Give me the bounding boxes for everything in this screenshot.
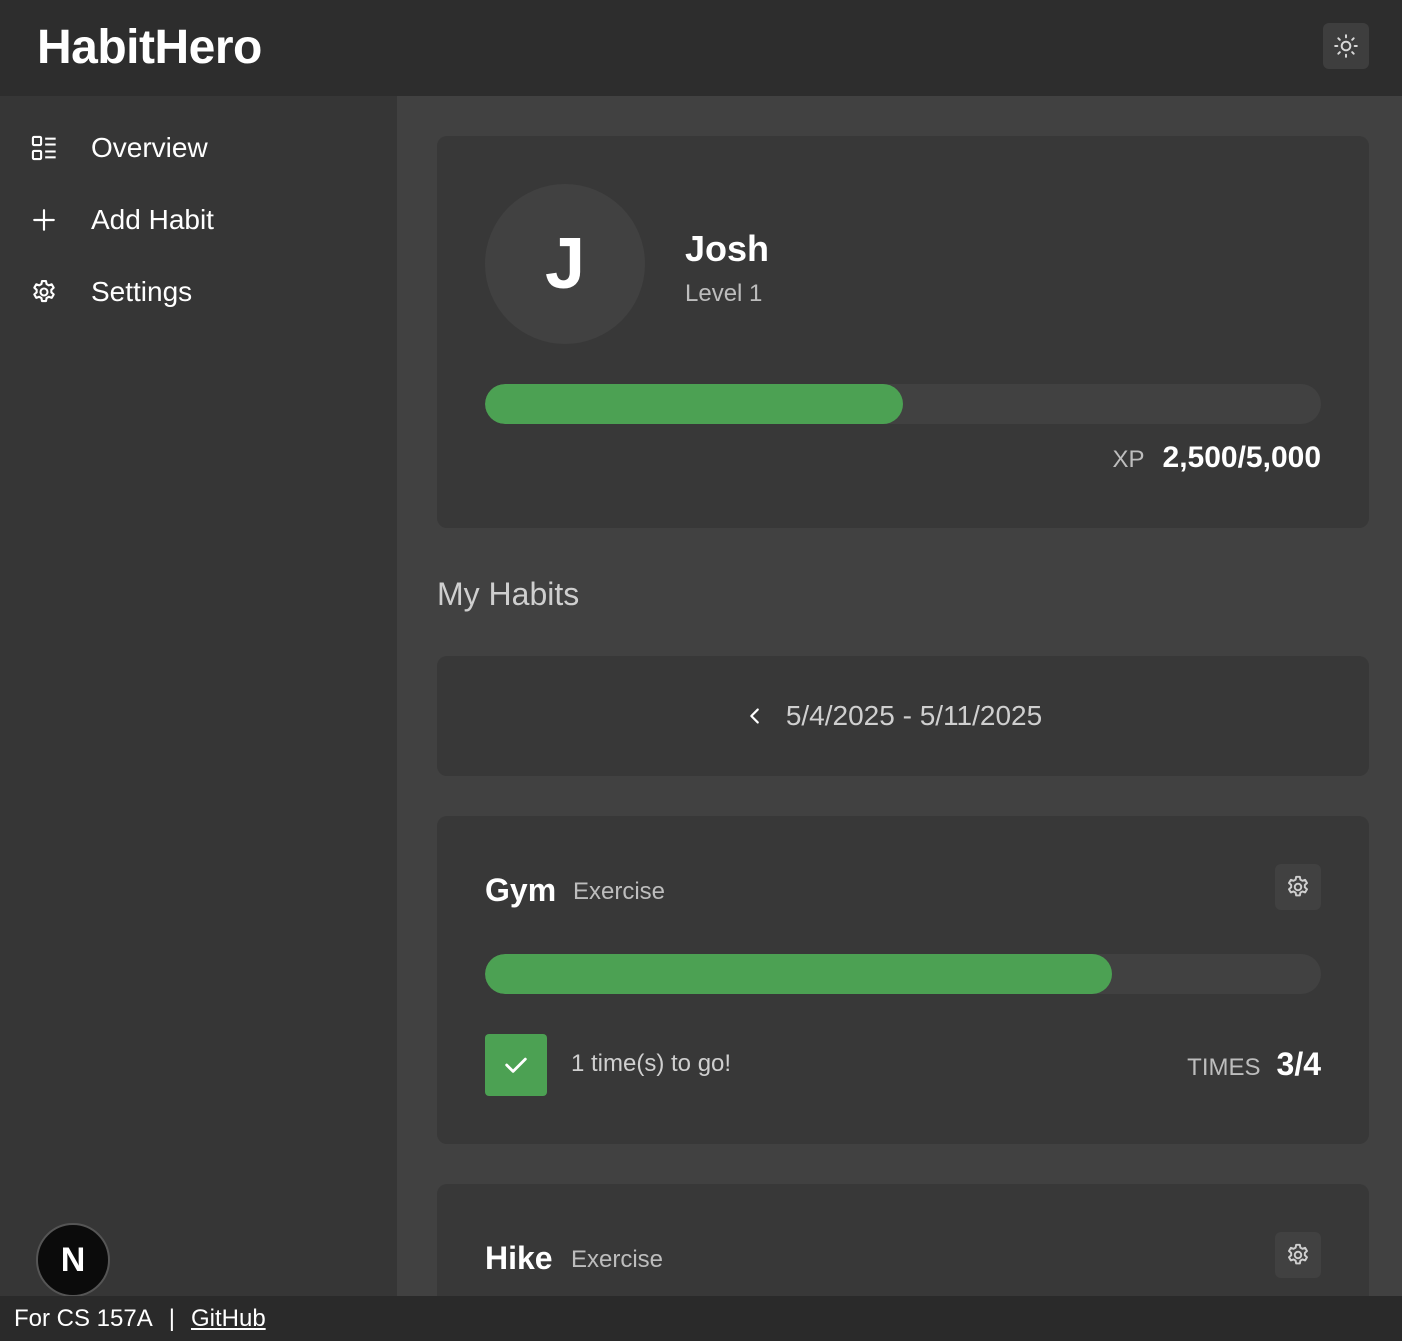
main-content: J Josh Level 1 XP 2,500/5,000 My Habits … <box>397 96 1402 1296</box>
times-label: TIMES <box>1187 1054 1261 1081</box>
footer: For CS 157A | GitHub <box>0 1296 1402 1341</box>
xp-progress-fill <box>485 384 903 424</box>
habit-progress-fill <box>485 954 1112 994</box>
habit-name: Hike <box>485 1240 553 1276</box>
app-header: HabitHero <box>0 0 1402 96</box>
sidebar: Overview Add Habit Settings <box>0 96 397 1296</box>
sidebar-item-add-habit[interactable]: Add Habit <box>0 190 397 250</box>
times-readout: TIMES 3/4 <box>1187 1046 1321 1083</box>
overview-icon <box>29 133 59 163</box>
xp-progress-bar <box>485 384 1321 424</box>
habit-settings-button[interactable] <box>1275 1232 1321 1278</box>
sidebar-item-label: Overview <box>91 132 208 163</box>
xp-readout: XP 2,500/5,000 <box>1113 441 1322 475</box>
times-value: 3/4 <box>1276 1046 1321 1082</box>
profile-name: Josh <box>685 228 770 269</box>
complete-checkbox[interactable] <box>485 1034 547 1096</box>
habit-status-text: 1 time(s) to go! <box>571 1050 732 1077</box>
footer-separator: | <box>168 1304 175 1332</box>
xp-label: XP <box>1112 446 1145 473</box>
gear-icon <box>29 277 59 307</box>
habit-name: Gym <box>485 872 557 908</box>
plus-icon <box>29 205 59 235</box>
sun-icon <box>1334 34 1358 58</box>
section-title: My Habits <box>437 576 580 612</box>
app-title: HabitHero <box>37 21 262 74</box>
habit-progress-bar <box>485 954 1321 994</box>
footer-text: For CS 157A <box>14 1304 153 1332</box>
sidebar-item-overview[interactable]: Overview <box>0 118 397 178</box>
chevron-left-icon[interactable] <box>744 705 766 727</box>
n-logo-icon: N <box>60 1240 86 1279</box>
habit-card: Hike Exercise <box>437 1184 1369 1296</box>
habit-settings-button[interactable] <box>1275 864 1321 910</box>
xp-value: 2,500/5,000 <box>1162 441 1321 474</box>
sidebar-item-settings[interactable]: Settings <box>0 262 397 322</box>
habit-category: Exercise <box>573 878 666 905</box>
check-icon <box>505 1057 527 1073</box>
profile-card: J Josh Level 1 XP 2,500/5,000 <box>437 136 1369 528</box>
dev-tools-badge[interactable]: N <box>36 1223 110 1297</box>
gear-icon <box>1288 875 1308 897</box>
sidebar-item-label: Settings <box>91 276 193 307</box>
habit-card: Gym Exercise 1 time(s) to go! TIMES 3/4 <box>437 816 1369 1144</box>
theme-toggle-button[interactable] <box>1323 23 1369 69</box>
sidebar-item-label: Add Habit <box>91 204 214 235</box>
habit-category: Exercise <box>571 1246 664 1273</box>
profile-level: Level 1 <box>685 280 763 307</box>
avatar: J <box>485 184 645 344</box>
gear-icon <box>1288 1243 1308 1265</box>
week-date-range: 5/4/2025 - 5/11/2025 <box>785 700 1043 731</box>
week-navigator: 5/4/2025 - 5/11/2025 <box>437 656 1369 776</box>
github-link[interactable]: GitHub <box>191 1305 266 1333</box>
